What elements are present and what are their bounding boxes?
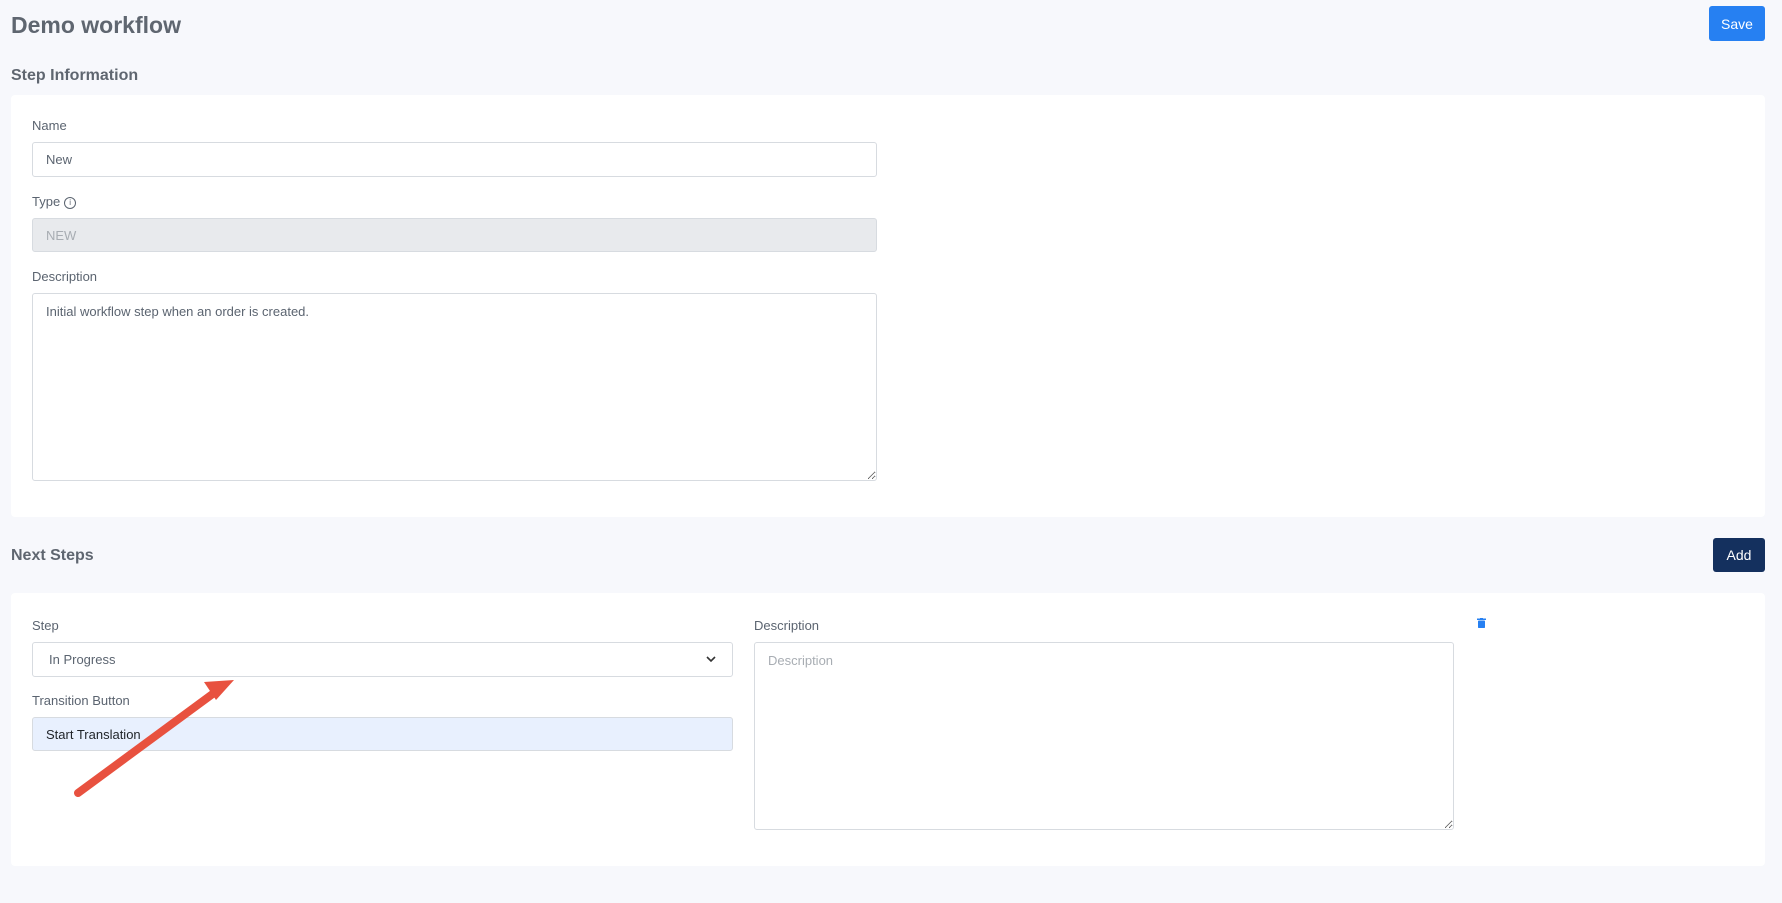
next-step-description-textarea[interactable] (754, 642, 1454, 830)
step-select-value: In Progress (49, 652, 116, 667)
chevron-down-icon (706, 656, 716, 663)
trash-icon[interactable] (1477, 618, 1486, 628)
type-label: Type i (32, 194, 77, 209)
description-label: Description (32, 269, 98, 284)
name-label: Name (32, 118, 67, 133)
page-title: Demo workflow (11, 12, 181, 38)
step-select[interactable]: In Progress (32, 642, 733, 677)
transition-button-label: Transition Button (32, 693, 130, 708)
transition-button-input[interactable] (32, 717, 733, 751)
next-step-description-label: Description (754, 618, 820, 633)
add-next-step-button[interactable]: Add (1713, 538, 1765, 572)
name-input[interactable] (32, 142, 877, 177)
step-label: Step (32, 618, 59, 633)
step-information-title: Step Information (11, 67, 139, 84)
description-textarea[interactable]: Initial workflow step when an order is c… (32, 293, 877, 481)
info-icon[interactable]: i (64, 197, 77, 209)
type-input (32, 218, 877, 252)
type-label-text: Type (32, 194, 61, 209)
save-button[interactable]: Save (1709, 6, 1765, 41)
next-steps-title: Next Steps (11, 547, 94, 564)
